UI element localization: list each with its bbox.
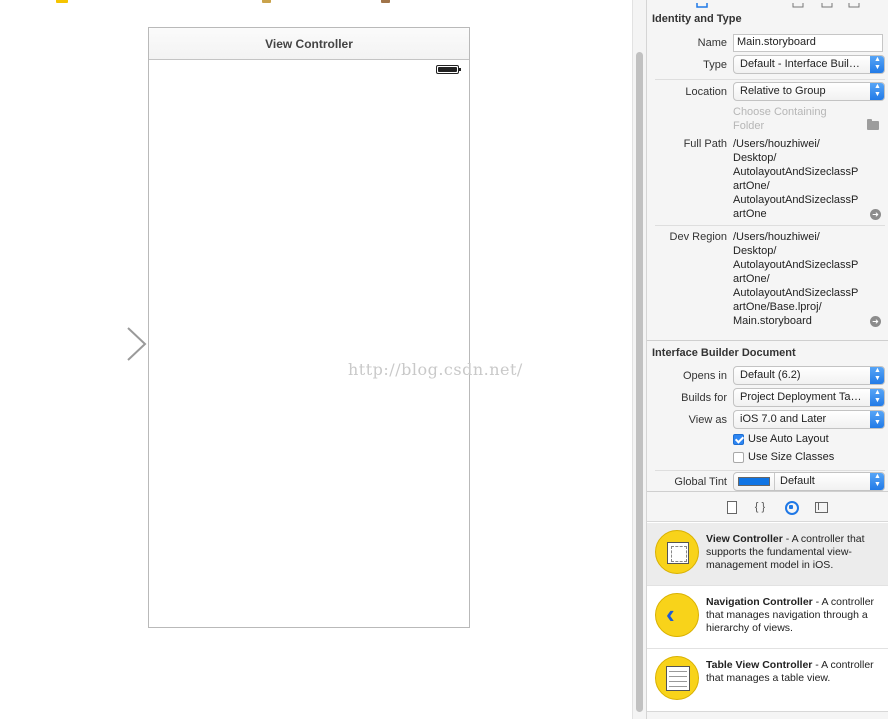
library-item-table-view-controller[interactable]: Table View Controller - A controller tha…: [647, 649, 888, 712]
code-snippet-icon[interactable]: { }: [753, 500, 767, 514]
watermark: http://blog.csdn.net/: [348, 360, 523, 379]
path-line: artOne/: [733, 180, 770, 192]
popup-arrows-icon: ▲ ▼: [870, 389, 884, 406]
type-popup[interactable]: Default - Interface Builder Storyboard ▲…: [733, 55, 885, 74]
popup-arrows-icon: ▲ ▼: [870, 473, 884, 490]
location-popup[interactable]: Relative to Group ▲ ▼: [733, 82, 885, 101]
file-template-icon[interactable]: [724, 500, 738, 514]
view-as-label: View as: [688, 414, 727, 426]
opens-in-popup[interactable]: Default (6.2) ▲ ▼: [733, 366, 885, 385]
path-line: /Users/houzhiwei/: [733, 138, 820, 150]
identity-and-type-header: Identity and Type: [652, 13, 742, 25]
reveal-in-finder-icon[interactable]: ➜: [870, 316, 881, 327]
path-line: AutolayoutAndSizeclassP: [733, 194, 859, 206]
builds-for-popup-value: Project Deployment Target: [740, 391, 870, 403]
path-line: AutolayoutAndSizeclassP: [733, 259, 859, 271]
dev-region-label: Dev Region: [669, 231, 727, 243]
view-as-popup-value: iOS 7.0 and Later: [740, 413, 827, 425]
divider: [774, 473, 775, 490]
library-item-description: Navigation Controller - A controller tha…: [706, 596, 884, 635]
jump-bar[interactable]: [0, 0, 632, 4]
media-library-icon[interactable]: [814, 500, 828, 514]
folder-icon[interactable]: [56, 0, 68, 3]
library-item-description: View Controller - A controller that supp…: [706, 533, 884, 572]
canvas-scrollbar[interactable]: [632, 0, 646, 719]
builds-for-label: Builds for: [681, 392, 727, 404]
library-filter-bar[interactable]: [647, 711, 888, 719]
path-line: artOne: [733, 208, 767, 220]
path-line: artOne/: [733, 273, 770, 285]
library-item-name: Table View Controller: [706, 659, 813, 671]
path-line: AutolayoutAndSizeclassP: [733, 287, 859, 299]
name-label: Name: [697, 37, 727, 49]
use-size-classes-label: Use Size Classes: [748, 451, 835, 463]
opens-in-label: Opens in: [682, 370, 727, 382]
file-icon[interactable]: [262, 0, 271, 3]
table-view-controller-icon: [655, 656, 699, 700]
library-item-name: View Controller: [706, 533, 783, 545]
storyboard-icon[interactable]: [381, 0, 390, 3]
folder-icon[interactable]: [867, 119, 879, 130]
storyboard-canvas[interactable]: View Controller http://blog.csdn.net/: [0, 0, 632, 719]
file-inspector: Identity and Type Name Main.storyboard T…: [646, 0, 888, 719]
choose-folder-line: Choose Containing: [733, 106, 827, 118]
full-path-value: /Users/houzhiwei/ Desktop/ AutolayoutAnd…: [733, 137, 873, 221]
view-as-popup[interactable]: iOS 7.0 and Later ▲ ▼: [733, 410, 885, 429]
full-path-label: Full Path: [683, 138, 727, 150]
view-controller-icon: [655, 530, 699, 574]
use-auto-layout-label: Use Auto Layout: [748, 433, 829, 445]
location-popup-value: Relative to Group: [740, 85, 826, 97]
divider: [655, 470, 885, 471]
popup-arrows-icon: ▲ ▼: [870, 411, 884, 428]
library-item-navigation-controller[interactable]: ‹ Navigation Controller - A controller t…: [647, 586, 888, 649]
divider: [655, 225, 885, 226]
library-tabs: { }: [647, 492, 888, 522]
builds-for-popup[interactable]: Project Deployment Target ▲ ▼: [733, 388, 885, 407]
inspector-tab-strip[interactable]: [647, 0, 888, 8]
interface-builder-document-header: Interface Builder Document: [652, 347, 796, 359]
tint-color-swatch: [738, 477, 770, 486]
global-tint-popup[interactable]: Default ▲ ▼: [733, 472, 885, 491]
initial-view-controller-arrow[interactable]: [50, 326, 150, 362]
type-label: Type: [703, 59, 727, 71]
scrollbar-thumb[interactable]: [636, 52, 643, 712]
path-line: artOne/Base.lproj/: [733, 301, 822, 313]
path-line: /Users/houzhiwei/: [733, 231, 820, 243]
section-separator: [647, 340, 888, 341]
global-tint-value: Default: [780, 475, 815, 487]
library-item-name: Navigation Controller: [706, 596, 813, 608]
type-popup-value: Default - Interface Builder Storyboard: [740, 58, 884, 70]
scene-title[interactable]: View Controller: [149, 28, 469, 60]
library-item-view-controller[interactable]: View Controller - A controller that supp…: [647, 523, 888, 586]
opens-in-popup-value: Default (6.2): [740, 369, 801, 381]
library-item-description: Table View Controller - A controller tha…: [706, 659, 884, 685]
view-controller-scene[interactable]: View Controller: [148, 27, 470, 628]
divider: [655, 79, 885, 80]
reveal-in-finder-icon[interactable]: ➜: [870, 209, 881, 220]
choose-containing-folder: Choose Containing Folder: [733, 105, 873, 133]
navigation-controller-icon: ‹: [655, 593, 699, 637]
object-library-pane: { } View Controller - A controller that …: [647, 491, 888, 719]
popup-arrows-icon: ▲ ▼: [870, 367, 884, 384]
use-size-classes-checkbox[interactable]: [733, 452, 744, 463]
name-field[interactable]: Main.storyboard: [733, 34, 883, 52]
battery-icon: [436, 65, 461, 74]
path-line: Desktop/: [733, 245, 777, 257]
popup-arrows-icon: ▲ ▼: [870, 56, 884, 73]
dev-region-value: /Users/houzhiwei/ Desktop/ AutolayoutAnd…: [733, 230, 873, 328]
global-tint-label: Global Tint: [674, 476, 727, 488]
choose-folder-line: Folder: [733, 120, 765, 132]
use-auto-layout-checkbox[interactable]: [733, 434, 744, 445]
path-line: Desktop/: [733, 152, 777, 164]
path-line: Main.storyboard: [733, 315, 812, 327]
object-library-icon[interactable]: [784, 500, 799, 515]
popup-arrows-icon: ▲ ▼: [870, 83, 884, 100]
location-label: Location: [685, 86, 727, 98]
path-line: AutolayoutAndSizeclassP: [733, 166, 859, 178]
